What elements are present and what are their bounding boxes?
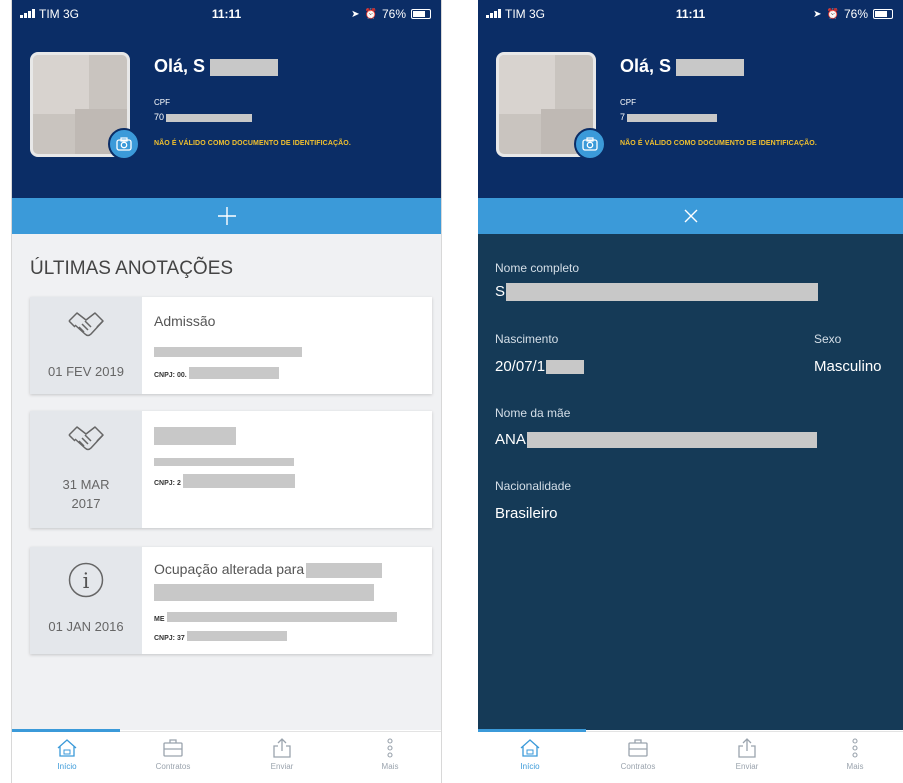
sex-label: Sexo [814, 332, 842, 346]
greeting: Olá, S [154, 56, 279, 77]
bottom-nav: Início Contratos Enviar Mais [12, 729, 441, 783]
annotation-cnpj: CNPJ: 2 [154, 480, 181, 488]
home-icon [57, 739, 77, 757]
birth-label: Nascimento [495, 332, 559, 346]
annotation-date: 01 JAN 2016 [48, 619, 124, 634]
collapse-details-button[interactable] [478, 198, 903, 234]
close-icon [684, 209, 697, 223]
status-bar: TIM 3G 11:11 ➤ ⏰ 76% [478, 0, 903, 30]
annotation-subtitle: ME [154, 615, 165, 623]
alarm-icon: ⏰ [826, 8, 839, 20]
nationality-label: Nacionalidade [495, 479, 572, 493]
nationality-value: Brasileiro [495, 505, 558, 522]
nav-mais[interactable]: Mais [820, 738, 890, 771]
more-icon [387, 738, 393, 758]
annotation-card[interactable]: 31 MAR 2017 CNPJ: 2 [30, 411, 432, 528]
handshake-icon [30, 309, 142, 350]
camera-icon [582, 137, 598, 151]
status-bar: TIM 3G 11:11 ➤ ⏰ 76% [12, 0, 441, 30]
svg-text:i: i [83, 569, 90, 593]
nav-inicio[interactable]: Início [495, 738, 565, 771]
nav-active-indicator [478, 729, 586, 732]
full-name-label: Nome completo [495, 261, 580, 275]
battery-percent: 76% [843, 7, 868, 21]
home-icon [520, 739, 540, 757]
phone-screen-details: TIM 3G 11:11 ➤ ⏰ 76% Olá, S CPF 7 NÃO É … [478, 0, 903, 783]
handshake-icon [30, 423, 142, 464]
profile-header: TIM 3G 11:11 ➤ ⏰ 76% Olá, S CPF 70 NÃO É… [12, 0, 441, 198]
expand-details-button[interactable] [12, 198, 441, 234]
annotation-cnpj: CNPJ: 37 [154, 634, 185, 642]
greeting: Olá, S [620, 56, 745, 77]
sex-value: Masculino [814, 358, 882, 375]
plus-icon [217, 207, 236, 225]
annotation-card[interactable]: i 01 JAN 2016 Ocupação alterada para ME … [30, 547, 432, 654]
annotations-section: ÚLTIMAS ANOTAÇÕES 01 FEV 2019 Admissão C… [12, 234, 441, 730]
nav-enviar[interactable]: Enviar [247, 738, 317, 771]
profile-header: TIM 3G 11:11 ➤ ⏰ 76% Olá, S CPF 7 NÃO É … [478, 0, 903, 198]
nav-active-indicator [12, 729, 120, 732]
alarm-icon: ⏰ [364, 8, 377, 20]
annotation-card[interactable]: 01 FEV 2019 Admissão CNPJ: 00. [30, 297, 432, 394]
nav-contratos[interactable]: Contratos [138, 738, 208, 771]
mother-name-label: Nome da mãe [495, 406, 571, 420]
annotation-title: Admissão [154, 313, 216, 329]
location-icon: ➤ [351, 8, 360, 20]
cpf-value: 70 [154, 112, 253, 122]
full-name-value: S [495, 283, 819, 302]
camera-button[interactable] [108, 128, 140, 160]
nav-contratos[interactable]: Contratos [603, 738, 673, 771]
phone-screen-annotations: TIM 3G 11:11 ➤ ⏰ 76% Olá, S CPF 70 NÃO É… [11, 0, 442, 783]
bottom-nav: Início Contratos Enviar Mais [478, 729, 903, 783]
cpf-label: CPF [154, 98, 170, 107]
cpf-label: CPF [620, 98, 636, 107]
id-warning-text: NÃO É VÁLIDO COMO DOCUMENTO DE IDENTIFIC… [154, 140, 351, 147]
birth-value: 20/07/1 [495, 358, 585, 375]
camera-icon [116, 137, 132, 151]
id-warning-text: NÃO É VÁLIDO COMO DOCUMENTO DE IDENTIFIC… [620, 140, 817, 147]
nav-inicio[interactable]: Início [32, 738, 102, 771]
share-icon [738, 738, 756, 758]
battery-icon [873, 9, 893, 19]
info-icon: i [30, 561, 142, 604]
briefcase-icon [628, 739, 648, 757]
annotation-title: Ocupação alterada para [154, 561, 422, 578]
annotation-date: 01 FEV 2019 [48, 364, 124, 379]
annotation-date: 31 MAR 2017 [62, 477, 110, 511]
briefcase-icon [163, 739, 183, 757]
nav-enviar[interactable]: Enviar [712, 738, 782, 771]
more-icon [852, 738, 858, 758]
personal-details-panel: Nome completo S Nascimento 20/07/1 Sexo … [478, 234, 903, 730]
share-icon [273, 738, 291, 758]
location-icon: ➤ [813, 8, 822, 20]
battery-icon [411, 9, 431, 19]
battery-percent: 76% [381, 7, 406, 21]
camera-button[interactable] [574, 128, 606, 160]
section-title: ÚLTIMAS ANOTAÇÕES [30, 258, 234, 279]
annotation-cnpj: CNPJ: 00. [154, 372, 187, 379]
nav-mais[interactable]: Mais [355, 738, 425, 771]
mother-name-value: ANA [495, 431, 817, 449]
cpf-value: 7 [620, 112, 718, 122]
